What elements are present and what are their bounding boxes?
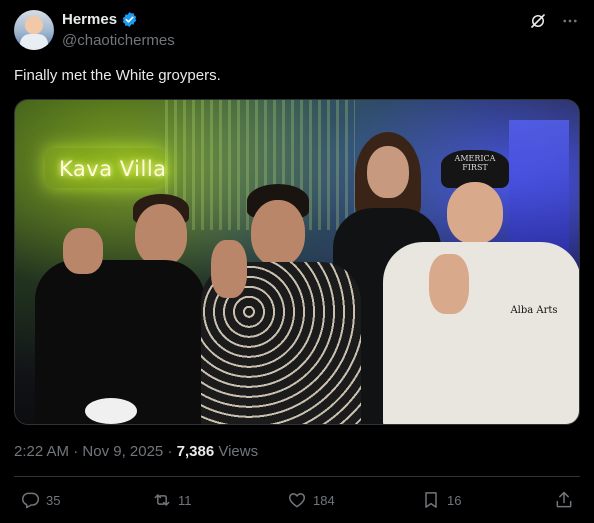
repost-count: 11 bbox=[178, 492, 192, 508]
like-count: 184 bbox=[313, 492, 335, 508]
repost-icon bbox=[154, 494, 170, 506]
bookmark-button[interactable]: 16 bbox=[421, 490, 461, 510]
divider bbox=[14, 476, 580, 477]
share-button[interactable] bbox=[554, 490, 574, 510]
avatar-shirt bbox=[20, 34, 48, 50]
verified-badge-icon bbox=[122, 12, 137, 27]
tweet-meta: 2:22 AM · Nov 9, 2025 · 7,386 Views bbox=[14, 443, 258, 460]
person-3-cap-text: AMERICA FIRST bbox=[454, 154, 496, 172]
action-bar: 35 11 184 16 bbox=[0, 486, 594, 516]
tweet-time[interactable]: 2:22 AM bbox=[14, 443, 69, 460]
reply-button[interactable]: 35 bbox=[20, 490, 60, 510]
person-4-head bbox=[367, 146, 409, 198]
views-count: 7,386 bbox=[176, 443, 215, 460]
author-display-name[interactable]: Hermes bbox=[62, 11, 117, 28]
reply-count: 35 bbox=[46, 492, 61, 508]
tweet: Hermes @chaotichermes Finally met the Wh… bbox=[0, 0, 594, 523]
reply-icon bbox=[22, 492, 40, 509]
tweet-photo[interactable]: Kava Villa AMERICA FIRST Alba Arts bbox=[14, 99, 580, 425]
author-row: Hermes bbox=[62, 11, 138, 28]
meta-separator-2: · bbox=[163, 443, 177, 460]
top-icons bbox=[528, 11, 580, 31]
ellipsis-icon bbox=[563, 19, 577, 23]
bookmark-icon bbox=[425, 492, 437, 508]
like-button[interactable]: 184 bbox=[287, 490, 335, 510]
neon-sign-text: Kava Villa bbox=[59, 157, 167, 181]
tweet-date[interactable]: Nov 9, 2025 bbox=[82, 443, 163, 460]
share-icon bbox=[556, 491, 572, 508]
heart-icon bbox=[288, 493, 306, 508]
person-1-hand bbox=[63, 228, 103, 274]
person-3-shirt bbox=[383, 242, 579, 424]
grok-icon[interactable] bbox=[528, 11, 548, 31]
tweet-text: Finally met the White groypers. bbox=[14, 67, 221, 84]
person-2-hand bbox=[211, 240, 247, 298]
person-3-shirt-text: Alba Arts bbox=[510, 305, 558, 316]
grok-glyph-icon bbox=[531, 14, 545, 28]
cup bbox=[85, 398, 137, 424]
blue-lit-door bbox=[509, 120, 569, 260]
repost-button[interactable]: 11 bbox=[152, 490, 192, 510]
bookmark-count: 16 bbox=[447, 492, 462, 508]
avatar[interactable] bbox=[14, 10, 54, 50]
person-3-head bbox=[447, 182, 503, 244]
person-3-hand bbox=[429, 254, 469, 314]
meta-separator: · bbox=[69, 443, 83, 460]
more-options-icon[interactable] bbox=[560, 11, 580, 31]
views-label: Views bbox=[214, 443, 259, 460]
person-2-head bbox=[251, 200, 305, 266]
person-1-head bbox=[135, 204, 187, 266]
author-handle[interactable]: @chaotichermes bbox=[62, 32, 175, 49]
